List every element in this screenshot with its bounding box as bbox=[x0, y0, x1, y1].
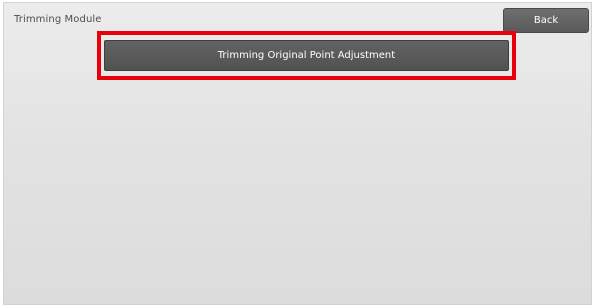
trimming-module-screen: Trimming Module Back Trimming Original P… bbox=[3, 2, 592, 305]
trimming-original-point-adjustment-button[interactable]: Trimming Original Point Adjustment bbox=[104, 40, 509, 71]
back-button[interactable]: Back bbox=[503, 8, 589, 33]
page-title: Trimming Module bbox=[14, 14, 102, 25]
